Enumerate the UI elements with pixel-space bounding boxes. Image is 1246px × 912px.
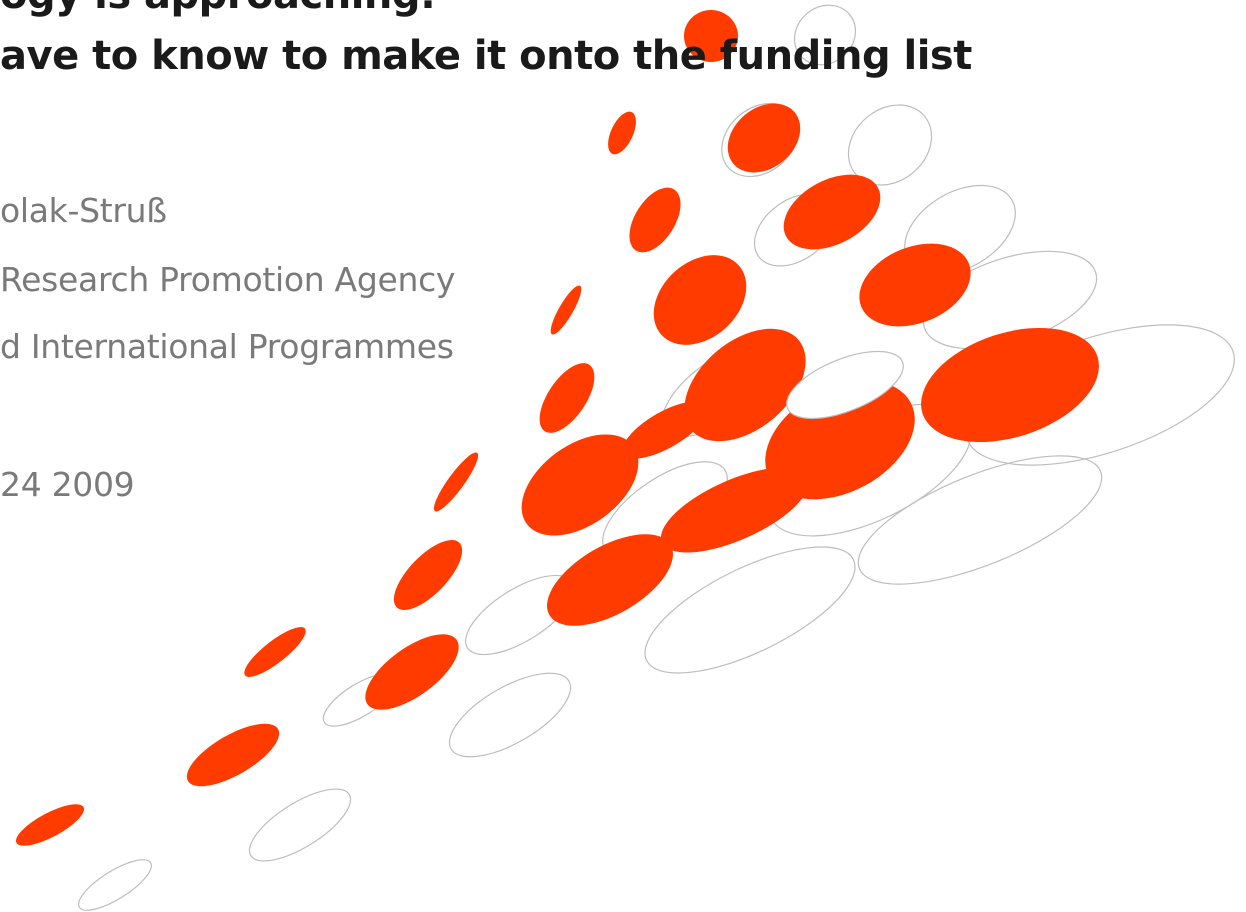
title-slide: ogy is approaching: ave to know to make … xyxy=(0,0,1246,912)
slide-title-line-2: ave to know to make it onto the funding … xyxy=(0,33,972,79)
decorative-blob-graphic xyxy=(15,4,1235,911)
department-name: d International Programmes xyxy=(0,327,454,366)
orange-blobs xyxy=(15,10,1099,846)
presenter-name: olak-Struß xyxy=(0,191,167,230)
outline-bubbles xyxy=(78,4,1235,911)
slide-title-line-1: ogy is approaching: xyxy=(0,0,436,18)
presentation-date: 24 2009 xyxy=(0,465,135,504)
organisation-name: Research Promotion Agency xyxy=(0,260,456,299)
